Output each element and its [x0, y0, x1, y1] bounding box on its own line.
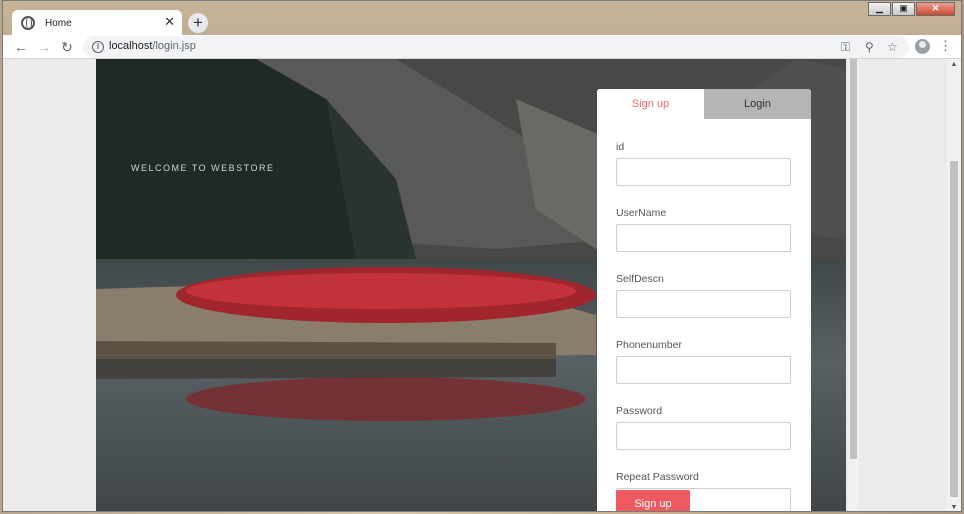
browser-window: Home ✕ + ▁ ▣ ✕ ← → ↻ i localhost/login.j…	[2, 0, 962, 512]
username-label: UserName	[616, 207, 667, 219]
welcome-heading: WELCOME TO WEBSTORE	[131, 163, 275, 173]
globe-icon	[21, 16, 35, 30]
password-label: Password	[616, 405, 663, 417]
tab-title: Home	[45, 17, 72, 29]
minimize-button[interactable]: ▁	[868, 2, 891, 16]
hero-image: WELCOME TO WEBSTORE Sign up Login id Use…	[96, 59, 846, 511]
tab-sign-up[interactable]: Sign up	[597, 89, 704, 119]
close-window-button[interactable]: ✕	[916, 2, 955, 16]
password-input[interactable]	[616, 422, 791, 450]
signup-card: Sign up Login id UserName SelfDescn Phon…	[597, 89, 811, 511]
selfdescn-input[interactable]	[616, 290, 791, 318]
window-controls: ▁ ▣ ✕	[867, 2, 955, 16]
reload-icon[interactable]: ↻	[58, 38, 76, 56]
key-icon[interactable]: ⚿	[841, 40, 850, 54]
page-scrollbar-thumb[interactable]	[850, 59, 857, 459]
url-path: /login.jsp	[152, 40, 196, 52]
browser-tab-home[interactable]: Home ✕	[12, 10, 182, 36]
new-tab-button[interactable]: +	[188, 13, 208, 33]
star-icon[interactable]: ☆	[887, 40, 898, 54]
tab-close-icon[interactable]: ✕	[164, 14, 175, 30]
window-scrollbar-thumb[interactable]	[950, 161, 958, 497]
info-icon[interactable]: i	[92, 41, 104, 53]
selfdescn-label: SelfDescn	[616, 273, 664, 285]
phonenumber-input[interactable]	[616, 356, 791, 384]
form-tabs: Sign up Login	[597, 89, 811, 119]
scroll-up-icon[interactable]: ▲	[947, 61, 961, 68]
scroll-down-icon[interactable]: ▼	[947, 504, 961, 511]
phonenumber-label: Phonenumber	[616, 339, 682, 351]
repeat-password-label: Repeat Password	[616, 471, 699, 483]
id-label: id	[616, 141, 625, 153]
tab-login[interactable]: Login	[704, 89, 811, 119]
url-text: localhost/login.jsp	[109, 40, 196, 52]
id-input[interactable]	[616, 158, 791, 186]
address-bar[interactable]: i localhost/login.jsp ⚿ ⚲ ☆	[83, 36, 909, 58]
username-input[interactable]	[616, 224, 791, 252]
signup-form: id UserName SelfDescn Phonenumber Passwo…	[597, 141, 811, 511]
maximize-button[interactable]: ▣	[892, 2, 915, 16]
page-viewport: WELCOME TO WEBSTORE Sign up Login id Use…	[3, 59, 948, 511]
sign-up-button[interactable]: Sign up	[616, 490, 690, 511]
zoom-icon[interactable]: ⚲	[865, 40, 874, 54]
forward-arrow-icon[interactable]: →	[35, 38, 53, 56]
browser-toolbar: ← → ↻ i localhost/login.jsp ⚿ ⚲ ☆ ⋮	[3, 35, 961, 59]
back-arrow-icon[interactable]: ←	[12, 38, 30, 56]
profile-avatar-icon[interactable]	[915, 39, 930, 54]
page-scrollbar[interactable]	[848, 59, 859, 511]
tab-strip: Home ✕ + ▁ ▣ ✕	[3, 1, 961, 36]
url-host: localhost	[109, 40, 153, 52]
menu-dots-icon[interactable]: ⋮	[939, 38, 952, 54]
window-scrollbar[interactable]: ▲ ▼	[947, 59, 961, 511]
